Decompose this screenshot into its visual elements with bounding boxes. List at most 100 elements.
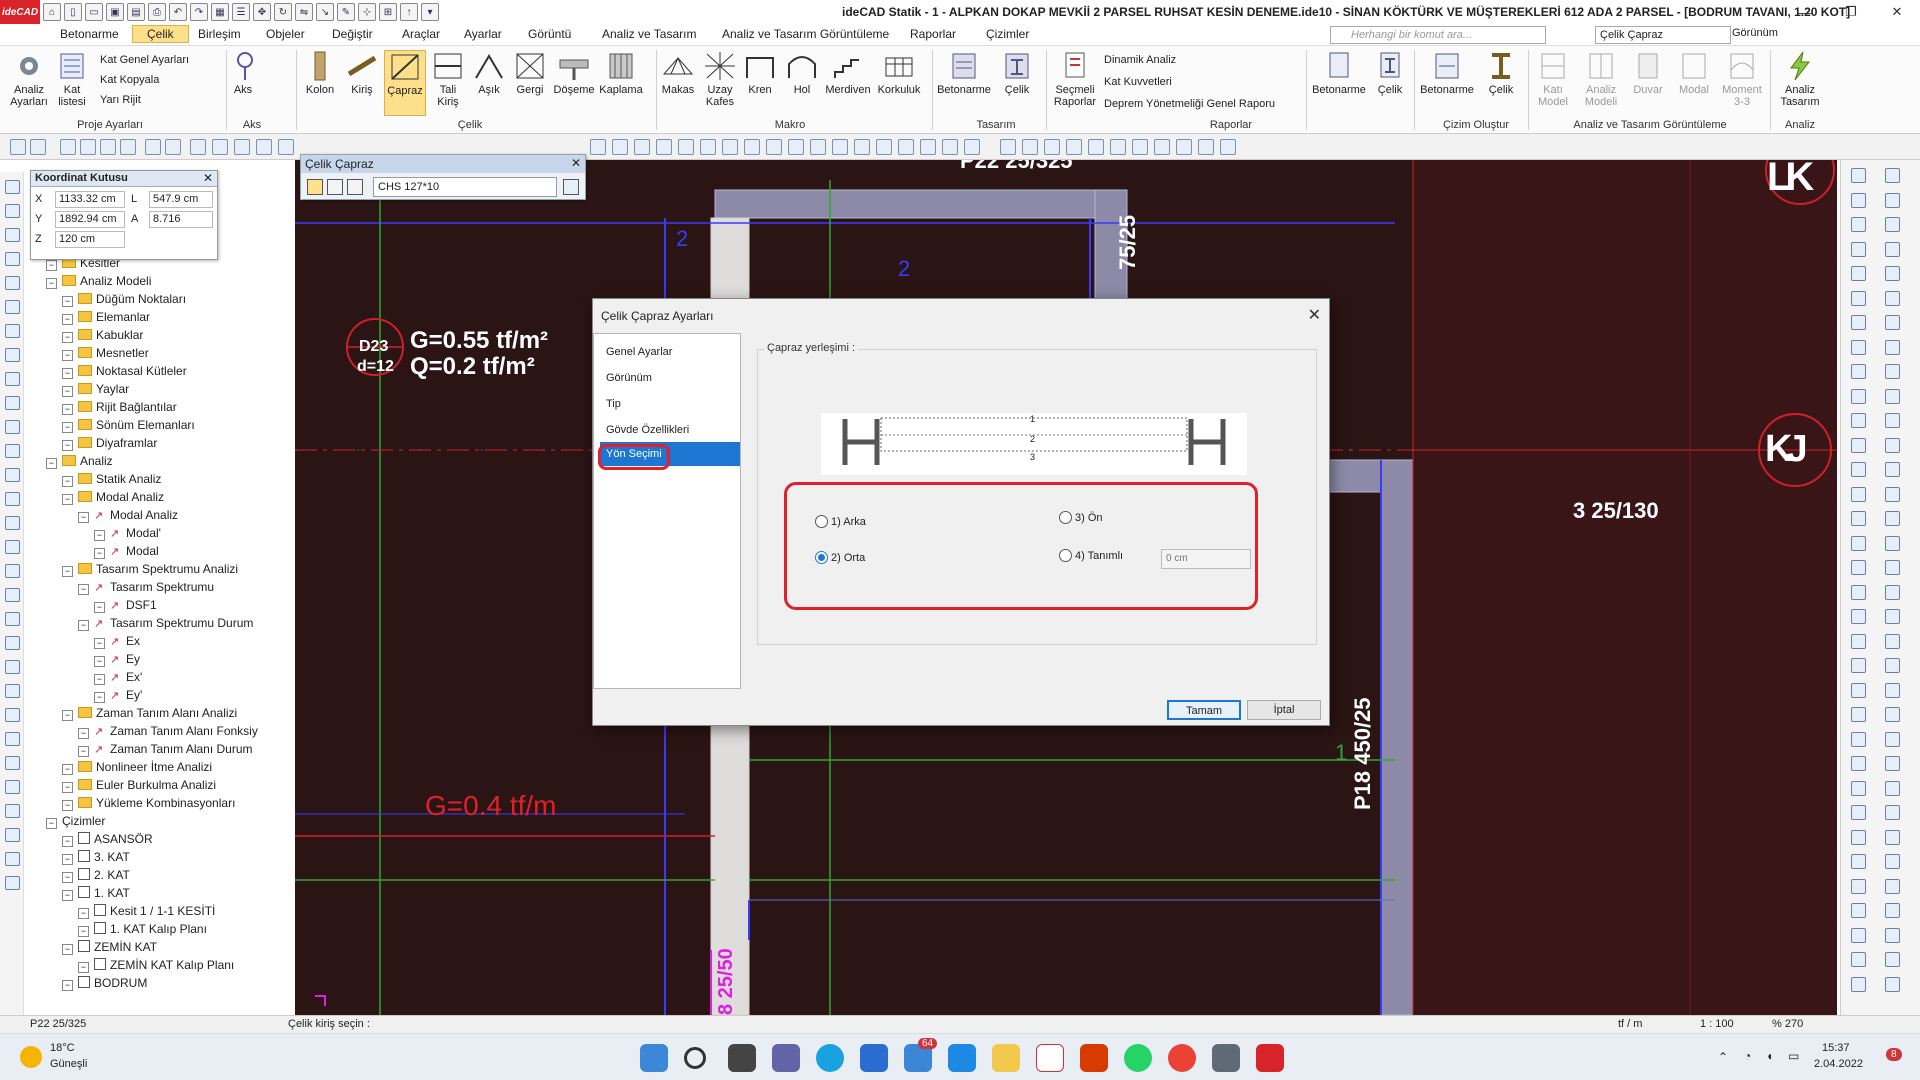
calculator-icon[interactable] bbox=[1212, 1044, 1240, 1072]
pdf-icon[interactable] bbox=[1036, 1044, 1064, 1072]
grid-tool-icon[interactable] bbox=[612, 139, 628, 155]
chrome-icon[interactable] bbox=[1168, 1044, 1196, 1072]
explode-tool-icon[interactable] bbox=[1154, 139, 1170, 155]
explorer-icon[interactable] bbox=[992, 1044, 1020, 1072]
tree-node[interactable]: − BODRUM bbox=[62, 976, 147, 991]
tool-icon[interactable] bbox=[1885, 878, 1900, 894]
expand-icon[interactable]: − bbox=[78, 962, 89, 973]
tree-node[interactable]: − ↗ Tasarım Spektrumu bbox=[78, 580, 214, 595]
pen-icon[interactable]: ✎ bbox=[337, 3, 355, 21]
image-tool-icon[interactable] bbox=[700, 139, 716, 155]
semi-rigid-checkbox[interactable]: Yarı Rijit bbox=[100, 94, 141, 106]
tool-icon[interactable] bbox=[1885, 584, 1900, 600]
tree-node[interactable]: − 2. KAT bbox=[62, 868, 130, 883]
tree-node[interactable]: − ↗ Modal bbox=[94, 544, 159, 559]
moment-button[interactable]: Moment 3-3 bbox=[1718, 50, 1766, 108]
tool-icon[interactable] bbox=[1885, 486, 1900, 502]
tree-node[interactable]: − ↗ Ey bbox=[94, 652, 140, 667]
tree-node[interactable]: − Çizimler bbox=[46, 814, 105, 829]
tool-icon[interactable] bbox=[1851, 780, 1866, 796]
polyline-tool-icon[interactable] bbox=[744, 139, 760, 155]
status-zoom[interactable]: % 270 bbox=[1772, 1018, 1803, 1030]
expand-icon[interactable]: − bbox=[46, 458, 57, 469]
radio-front[interactable]: 3) Ön bbox=[1059, 511, 1103, 524]
railing-button[interactable]: Korkuluk bbox=[874, 50, 924, 96]
tree-node[interactable]: − 1. KAT Kalıp Planı bbox=[78, 922, 207, 937]
x-field[interactable]: 1133.32 cm bbox=[55, 191, 125, 208]
brace-v-icon[interactable] bbox=[327, 179, 343, 195]
earthquake-report-link[interactable]: Deprem Yönetmeliği Genel Raporu bbox=[1104, 98, 1275, 110]
tool-icon[interactable] bbox=[1885, 829, 1900, 845]
expand-icon[interactable]: − bbox=[62, 800, 73, 811]
tool-icon[interactable] bbox=[1851, 511, 1866, 526]
tool-icon[interactable] bbox=[1885, 658, 1900, 673]
tool-icon[interactable] bbox=[5, 540, 20, 554]
print-icon[interactable]: ⎙ bbox=[148, 3, 166, 21]
menu-birlesim[interactable]: Birleşim bbox=[198, 27, 241, 41]
home-icon[interactable]: ⌂ bbox=[43, 3, 61, 21]
expand-icon[interactable]: − bbox=[46, 260, 57, 271]
tool-icon[interactable] bbox=[1885, 192, 1900, 208]
tree-node[interactable]: − Noktasal Kütleler bbox=[62, 364, 187, 379]
analysis-model-button[interactable]: Analiz Modeli bbox=[1578, 50, 1624, 108]
expand-icon[interactable]: − bbox=[62, 494, 73, 505]
hall-button[interactable]: Hol bbox=[782, 50, 822, 96]
cut-tool-icon[interactable] bbox=[964, 139, 980, 155]
clock-date[interactable]: 2.04.2022 bbox=[1814, 1058, 1863, 1070]
tool-icon[interactable] bbox=[1851, 756, 1866, 771]
chevron-up-icon[interactable]: ⌃ bbox=[1718, 1050, 1728, 1064]
copy-tool-icon[interactable] bbox=[212, 139, 228, 155]
tool-icon[interactable] bbox=[1885, 560, 1900, 575]
undo-icon[interactable]: ↶ bbox=[169, 3, 187, 21]
tool-icon[interactable] bbox=[1885, 682, 1900, 698]
menu-ayarlar[interactable]: Ayarlar bbox=[464, 27, 502, 41]
column-button[interactable]: Kolon bbox=[300, 50, 340, 96]
space-truss-button[interactable]: Uzay Kafes bbox=[700, 50, 740, 108]
notification-badge[interactable]: 8 bbox=[1886, 1048, 1902, 1061]
weather-temp[interactable]: 18°C bbox=[50, 1042, 75, 1054]
tool-icon[interactable] bbox=[5, 420, 20, 434]
expand-icon[interactable]: − bbox=[78, 926, 89, 937]
zoom-icon[interactable] bbox=[10, 139, 26, 155]
expand-icon[interactable]: − bbox=[78, 908, 89, 919]
ruler-tool-icon[interactable] bbox=[942, 139, 958, 155]
menu-analiz-goruntuleme[interactable]: Analiz ve Tasarım Görüntüleme bbox=[722, 27, 889, 41]
clock-time[interactable]: 15:37 bbox=[1822, 1042, 1850, 1054]
tool-icon[interactable] bbox=[1885, 952, 1900, 967]
pencil-icon[interactable] bbox=[60, 139, 76, 155]
tool-icon[interactable] bbox=[1851, 192, 1866, 208]
tool-icon[interactable] bbox=[5, 876, 20, 890]
purlin-button[interactable]: Aşık bbox=[470, 50, 508, 96]
circle-tool-icon[interactable] bbox=[788, 139, 804, 155]
mirror-tool-icon[interactable] bbox=[256, 139, 272, 155]
tree-node[interactable]: − Rijit Bağlantılar bbox=[62, 400, 177, 415]
tree-node[interactable]: − Mesnetler bbox=[62, 346, 149, 361]
tree-node[interactable]: − Analiz bbox=[46, 454, 113, 469]
align-tool-icon[interactable] bbox=[1000, 139, 1016, 155]
tool-icon[interactable] bbox=[5, 492, 20, 506]
nav-type[interactable]: Tip bbox=[606, 398, 621, 410]
rect-tool-icon[interactable] bbox=[810, 139, 826, 155]
tool-icon[interactable] bbox=[5, 852, 20, 866]
tool-icon[interactable] bbox=[1885, 388, 1900, 404]
tie-button[interactable]: Gergi bbox=[510, 50, 550, 96]
tool-icon[interactable] bbox=[1851, 437, 1866, 453]
close-icon[interactable]: ✕ bbox=[571, 156, 581, 170]
tool-icon[interactable] bbox=[5, 228, 20, 242]
expand-icon[interactable]: − bbox=[62, 440, 73, 451]
selective-reports-button[interactable]: Seçmeli Raporlar bbox=[1050, 50, 1100, 108]
ok-button[interactable]: Tamam bbox=[1167, 700, 1241, 720]
a-field[interactable]: 8.716 bbox=[149, 211, 213, 228]
solid-model-button[interactable]: Katı Model bbox=[1530, 50, 1576, 108]
design-steel-button[interactable]: Çelik bbox=[996, 50, 1038, 96]
tag-icon[interactable] bbox=[165, 139, 181, 155]
view-combo[interactable]: Görünüm bbox=[1732, 27, 1778, 39]
tool-icon[interactable] bbox=[1851, 682, 1866, 698]
tool-icon[interactable] bbox=[5, 468, 20, 482]
text-icon[interactable] bbox=[145, 139, 161, 155]
dialog-close-button[interactable]: ✕ bbox=[1308, 305, 1321, 325]
offset-tool-icon[interactable] bbox=[1088, 139, 1104, 155]
tool-icon[interactable] bbox=[5, 804, 20, 818]
tool-icon[interactable] bbox=[1885, 805, 1900, 820]
rotate-tool-icon[interactable] bbox=[234, 139, 250, 155]
